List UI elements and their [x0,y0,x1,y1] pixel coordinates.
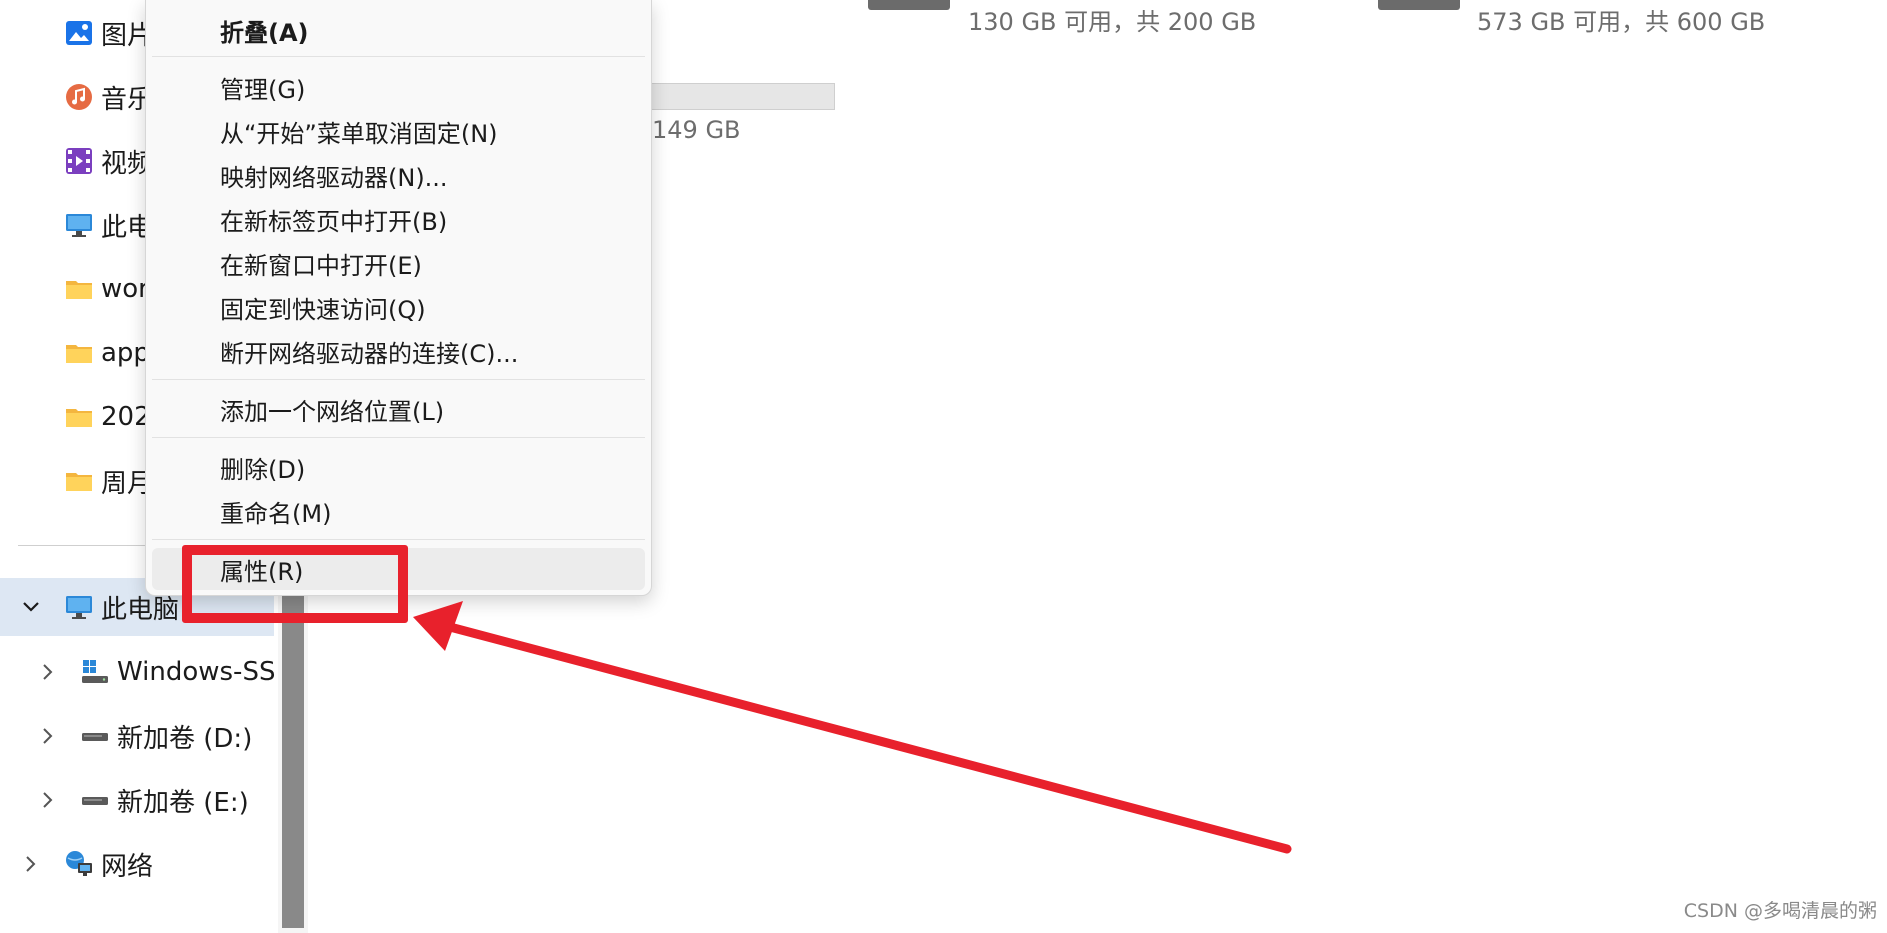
annotation-arrow [413,601,1292,854]
watermark: CSDN @多喝清晨的粥 [1683,900,1877,922]
